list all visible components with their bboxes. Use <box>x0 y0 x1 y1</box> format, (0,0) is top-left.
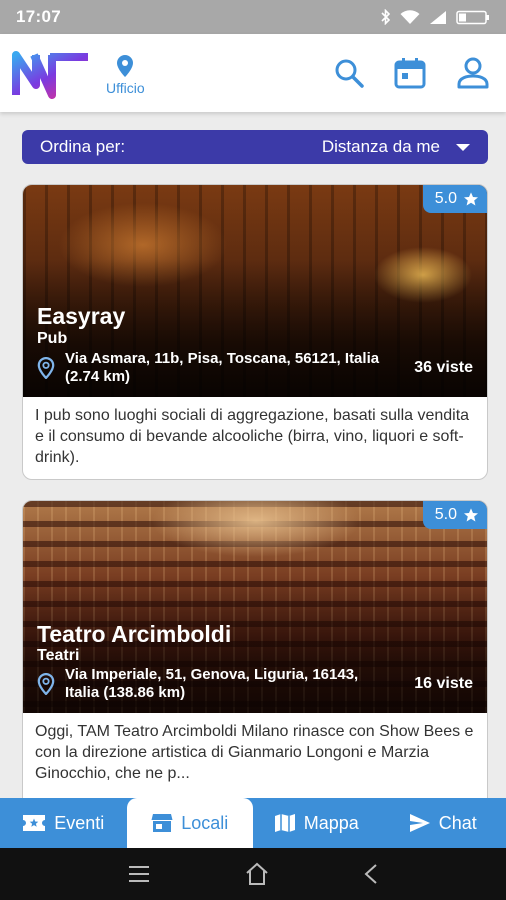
venue-card[interactable]: 5.0 Easyray Pub Via Asmara, 11b, Pisa, T… <box>22 184 488 480</box>
send-icon <box>409 814 430 832</box>
venue-address: Via Asmara, 11b, Pisa, Toscana, 56121, I… <box>65 350 380 385</box>
bottom-nav: Eventi Locali Mappa Chat <box>0 798 506 848</box>
venue-address: Via Imperiale, 51, Genova, Liguria, 1614… <box>65 666 359 701</box>
content-list[interactable]: Ordina per: Distanza da me 5.0 Easyray P… <box>0 112 506 798</box>
battery-icon <box>456 10 489 24</box>
bluetooth-icon <box>381 9 391 25</box>
venue-description: Oggi, TAM Teatro Arcimboldi Milano rinas… <box>35 723 474 782</box>
nav-tab-eventi[interactable]: Eventi <box>0 798 127 848</box>
address-row: Via Imperiale, 51, Genova, Liguria, 1614… <box>37 666 473 702</box>
app-header: Ufficio <box>0 34 506 112</box>
header-actions <box>334 57 490 89</box>
venue-description: I pub sono luoghi sociali di aggregazion… <box>35 407 470 466</box>
rating-badge: 5.0 <box>422 185 487 213</box>
location-pin-icon <box>117 55 134 77</box>
sort-label: Ordina per: <box>40 137 126 156</box>
venue-image: 5.0 Teatro Arcimboldi Teatri Via Imperia… <box>23 501 487 713</box>
nav-tab-mappa[interactable]: Mappa <box>253 798 380 848</box>
rating-value: 5.0 <box>434 190 457 207</box>
venue-category: Teatri <box>37 647 80 664</box>
chevron-down-icon <box>456 143 470 151</box>
venue-views: 16 viste <box>414 675 473 692</box>
calendar-icon[interactable] <box>394 57 426 89</box>
nav-label: Eventi <box>54 812 105 833</box>
venue-views: 36 viste <box>414 359 473 376</box>
back-icon[interactable] <box>363 862 379 886</box>
wifi-icon <box>400 9 420 24</box>
search-icon[interactable] <box>334 58 364 88</box>
nav-label: Mappa <box>303 812 359 833</box>
signal-icon <box>430 10 446 24</box>
venue-title: Easyray <box>37 303 126 329</box>
menu-icon[interactable] <box>127 865 151 883</box>
map-icon <box>274 814 295 832</box>
status-icons <box>381 9 490 25</box>
nav-label: Chat <box>438 812 477 833</box>
venue-card[interactable]: 5.0 Teatro Arcimboldi Teatri Via Imperia… <box>22 500 488 798</box>
venue-title: Teatro Arcimboldi <box>37 621 232 647</box>
ticket-icon <box>23 815 46 831</box>
status-time: 17:07 <box>16 7 61 26</box>
location-pin-icon <box>37 673 55 695</box>
system-nav-bar <box>0 848 506 900</box>
home-icon[interactable] <box>244 862 270 886</box>
sort-value: Distanza da me <box>321 137 440 156</box>
address-row: Via Asmara, 11b, Pisa, Toscana, 56121, I… <box>37 350 473 386</box>
rating-badge: 5.0 <box>422 501 487 529</box>
star-icon <box>464 508 478 522</box>
location-selector[interactable]: Ufficio <box>106 54 145 96</box>
rating-value: 5.0 <box>434 506 457 523</box>
venue-category: Pub <box>37 330 68 347</box>
store-icon <box>151 814 173 832</box>
nav-tab-chat[interactable]: Chat <box>380 798 506 848</box>
sort-dropdown[interactable]: Ordina per: Distanza da me <box>22 130 488 164</box>
location-pin-icon <box>37 357 55 379</box>
nav-tab-locali[interactable]: Locali <box>126 798 253 848</box>
app-logo[interactable] <box>12 45 92 101</box>
star-icon <box>464 192 478 206</box>
venue-image: 5.0 Easyray Pub Via Asmara, 11b, Pisa, T… <box>23 185 487 397</box>
location-label: Ufficio <box>106 80 145 96</box>
user-icon[interactable] <box>456 57 490 89</box>
status-bar: 17:07 <box>0 0 506 34</box>
nav-label: Locali <box>181 812 229 833</box>
